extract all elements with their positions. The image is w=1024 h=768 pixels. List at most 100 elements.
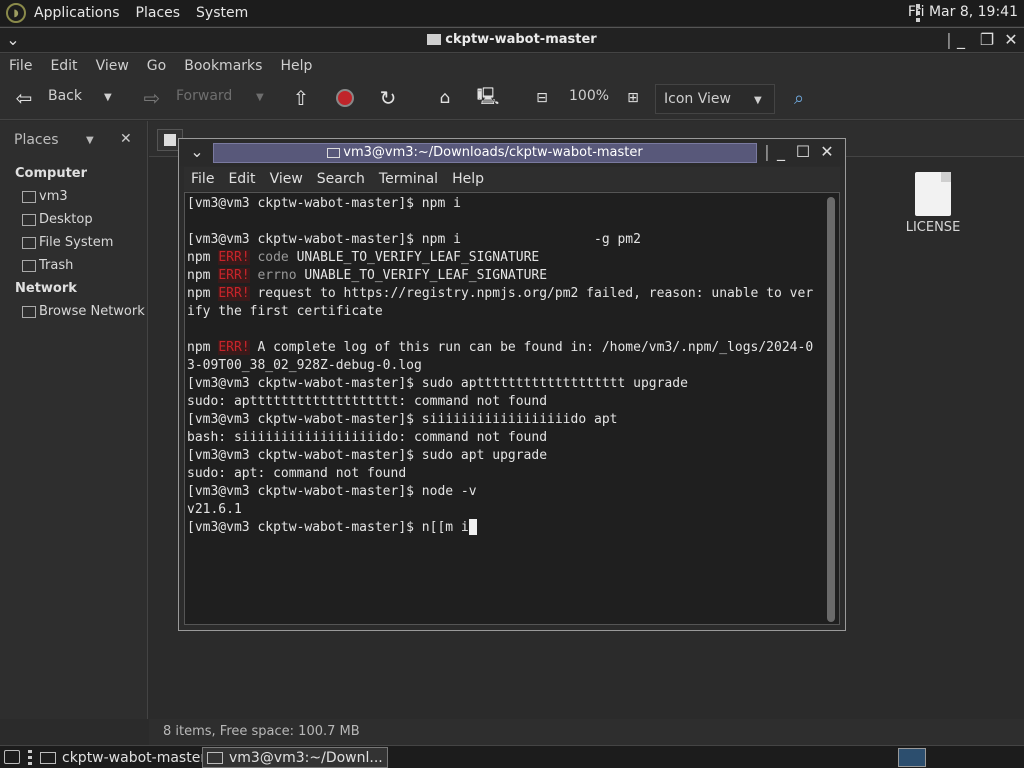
forward-history-chevron-icon[interactable]: ▼ (256, 92, 264, 103)
terminal-screen[interactable]: [vm3@vm3 ckptw-wabot-master]$ npm i [vm3@… (184, 192, 840, 625)
terminal-title: vm3@vm3:~/Downloads/ckptw-wabot-master (213, 145, 757, 160)
desktop-folder-icon (22, 213, 36, 226)
sidebar-item-file-system[interactable]: File System (22, 235, 113, 250)
folder-icon (427, 34, 442, 45)
terminal-line: ify the first certificate (187, 304, 383, 319)
system-menu[interactable]: System (188, 5, 256, 21)
terminal-menu-edit[interactable]: Edit (221, 171, 262, 187)
home-folder-icon (22, 190, 36, 203)
show-desktop-button[interactable] (4, 750, 20, 764)
minimize-button[interactable]: _ (952, 31, 970, 49)
bottom-taskbar: ckptw-wabot-master vm3@vm3:~/Downl... (0, 745, 1024, 768)
file-manager-menubar: File Edit View Go Bookmarks Help (0, 54, 1024, 78)
terminal-icon (207, 751, 223, 764)
places-menu[interactable]: Places (128, 5, 189, 21)
terminal-close-button[interactable]: ✕ (818, 143, 836, 161)
terminal-line: 3-09T00_38_02_928Z-debug-0.log (187, 358, 422, 373)
sidebar-close-icon[interactable]: ✕ (120, 131, 132, 147)
menu-bookmarks[interactable]: Bookmarks (175, 58, 271, 74)
close-button[interactable]: ✕ (1002, 31, 1020, 49)
pencil-icon (164, 134, 176, 146)
terminal-line: [vm3@vm3 ckptw-wabot-master]$ sudo apttt… (187, 376, 688, 391)
sidebar-section-computer: Computer (15, 166, 88, 181)
window-title: ckptw-wabot-master (0, 32, 1024, 47)
zoom-in-icon[interactable]: ⊞ (621, 86, 645, 110)
reload-icon[interactable]: ↻ (376, 86, 400, 110)
sidebar-header[interactable]: Places (14, 132, 59, 148)
sidebar-item-vm3[interactable]: vm3 (22, 189, 68, 204)
view-mode-select[interactable]: Icon View ▼ (655, 84, 775, 114)
sidebar-item-trash[interactable]: Trash (22, 258, 73, 273)
chevron-down-icon: ▼ (754, 95, 762, 106)
zoom-level: 100% (569, 88, 610, 104)
up-arrow-icon[interactable]: ⇧ (289, 86, 313, 110)
workspace-switcher[interactable] (898, 748, 926, 767)
stop-icon (336, 89, 354, 107)
sidebar-chevron-down-icon[interactable]: ▼ (86, 135, 94, 146)
menu-help[interactable]: Help (271, 58, 321, 74)
home-icon[interactable]: ⌂ (433, 86, 457, 110)
terminal-line: npm ERR! code UNABLE_TO_VERIFY_LEAF_SIGN… (187, 250, 540, 265)
forward-arrow-icon[interactable]: ⇨ (140, 86, 164, 110)
status-text: 8 items, Free space: 100.7 MB (163, 724, 360, 739)
terminal-line: npm ERR! request to https://registry.npm… (187, 286, 814, 301)
places-sidebar: Places ▼ ✕ Computer vm3 Desktop File Sys… (0, 121, 148, 719)
stop-button[interactable] (333, 86, 357, 110)
drive-icon (22, 236, 36, 249)
file-name: LICENSE (905, 220, 961, 235)
back-arrow-icon[interactable]: ⇦ (12, 86, 36, 110)
file-manager-toolbar: ⇦ Back ▼ ⇨ Forward ▼ ⇧ ↻ ⌂ 🖳 ⊟ 100% ⊞ Ic… (0, 78, 1024, 120)
terminal-line: sudo: apttttttttttttttttttt: command not… (187, 394, 548, 409)
terminal-line: npm ERR! A complete log of this run can … (187, 340, 814, 355)
menu-edit[interactable]: Edit (41, 58, 86, 74)
back-button[interactable]: Back (48, 88, 82, 104)
terminal-scrollbar[interactable] (827, 197, 835, 622)
taskbar-grip-icon (28, 750, 32, 765)
menu-file[interactable]: File (0, 58, 41, 74)
terminal-line: sudo: apt: command not found (187, 466, 407, 481)
clock[interactable]: Fri Mar 8, 19:41 (908, 4, 1018, 20)
terminal-cursor (468, 519, 477, 535)
terminal-minimize-button[interactable]: _ (772, 143, 790, 161)
search-icon[interactable]: ⌕ (787, 86, 811, 110)
terminal-output: [vm3@vm3 ckptw-wabot-master]$ npm i [vm3@… (187, 195, 827, 537)
terminal-line: [vm3@vm3 ckptw-wabot-master]$ npm i (187, 196, 461, 211)
sidebar-section-network: Network (15, 281, 77, 296)
trash-icon (22, 259, 36, 272)
terminal-maximize-button[interactable]: ☐ (794, 143, 812, 161)
task-terminal[interactable]: vm3@vm3:~/Downl... (202, 747, 388, 768)
terminal-line: [vm3@vm3 ckptw-wabot-master]$ sudo apt u… (187, 448, 548, 463)
menu-go[interactable]: Go (138, 58, 175, 74)
applications-menu[interactable]: Applications (26, 5, 128, 21)
terminal-menu-view[interactable]: View (263, 171, 310, 187)
terminal-line: [vm3@vm3 ckptw-wabot-master]$ npm i -g p… (187, 232, 641, 247)
terminal-window[interactable]: ⌄ vm3@vm3:~/Downloads/ckptw-wabot-master… (178, 138, 846, 631)
back-history-chevron-icon[interactable]: ▼ (104, 92, 112, 103)
zoom-out-icon[interactable]: ⊟ (530, 86, 554, 110)
computer-icon[interactable]: 🖳 (476, 86, 500, 110)
terminal-line: [vm3@vm3 ckptw-wabot-master]$ siiiiiiiii… (187, 412, 618, 427)
file-icon-license[interactable]: LICENSE (898, 172, 968, 235)
terminal-menu-help[interactable]: Help (445, 171, 491, 187)
terminal-titlebar[interactable]: ⌄ vm3@vm3:~/Downloads/ckptw-wabot-master… (180, 140, 844, 166)
terminal-menu-file[interactable]: File (184, 171, 221, 187)
terminal-line: [vm3@vm3 ckptw-wabot-master]$ n[[m i (187, 519, 827, 537)
task-file-manager[interactable]: ckptw-wabot-master (40, 747, 206, 768)
document-icon (915, 172, 951, 216)
show-desktop-icon (4, 750, 20, 764)
terminal-menu-terminal[interactable]: Terminal (372, 171, 445, 187)
maximize-button[interactable]: ❐ (978, 31, 996, 49)
terminal-line: v21.6.1 (187, 502, 242, 517)
sidebar-item-browse-network[interactable]: Browse Network (22, 304, 145, 319)
file-manager-titlebar[interactable]: ⌄ ckptw-wabot-master | _ ❐ ✕ (0, 27, 1024, 53)
status-bar: 8 items, Free space: 100.7 MB (149, 719, 1024, 745)
terminal-menu-search[interactable]: Search (310, 171, 372, 187)
terminal-window-menu-chevron-icon[interactable]: ⌄ (188, 143, 206, 161)
menu-view[interactable]: View (87, 58, 138, 74)
terminal-menubar: File Edit View Search Terminal Help (184, 167, 840, 191)
forward-button[interactable]: Forward (176, 88, 232, 104)
terminal-line: bash: siiiiiiiiiiiiiiiiiido: command not… (187, 430, 548, 445)
sidebar-item-desktop[interactable]: Desktop (22, 212, 93, 227)
distro-logo-icon[interactable]: ◗ (6, 3, 26, 23)
